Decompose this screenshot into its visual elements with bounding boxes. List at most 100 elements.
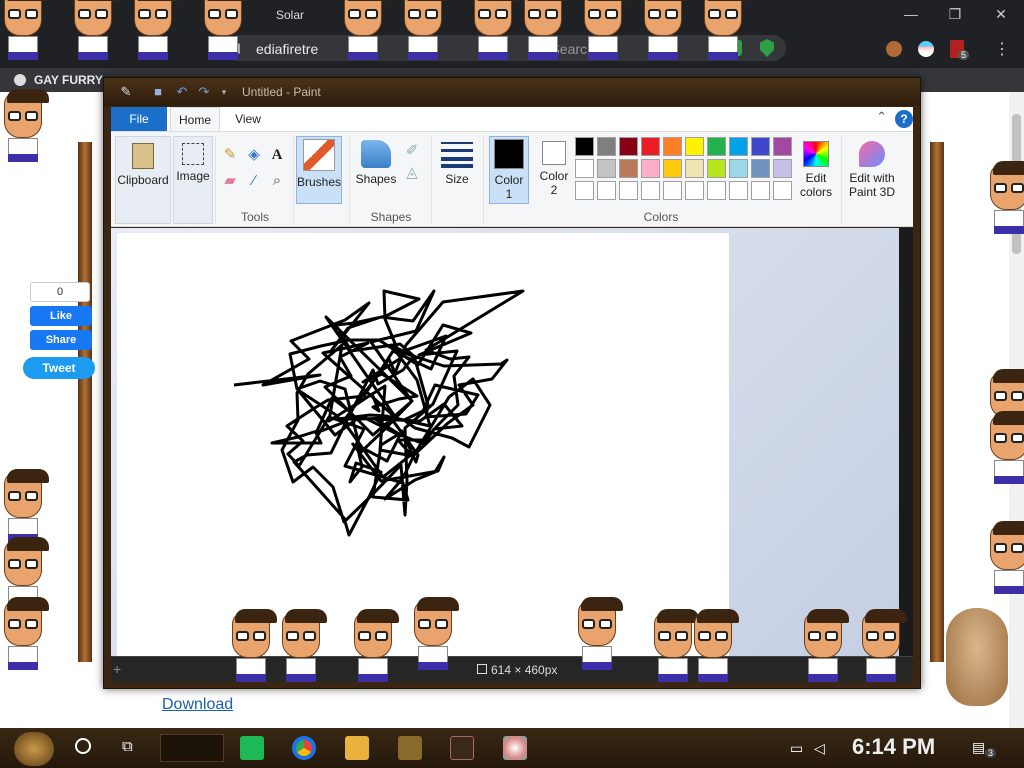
app-icon[interactable]: [398, 736, 422, 760]
pencil-icon[interactable]: ✎: [221, 146, 239, 164]
undo-icon[interactable]: ↶: [174, 84, 190, 100]
palette-swatch[interactable]: [707, 137, 726, 156]
color1-button[interactable]: Color 1: [489, 136, 529, 204]
palette-swatch[interactable]: [641, 159, 660, 178]
color-picker-icon[interactable]: ⁄: [245, 172, 263, 190]
clipboard-button[interactable]: Clipboard: [115, 136, 171, 224]
tab-view[interactable]: View: [223, 107, 273, 131]
brushes-button[interactable]: Brushes: [296, 136, 342, 204]
palette-swatch[interactable]: [575, 181, 594, 200]
fb-like-count: 0: [30, 282, 90, 302]
image-button[interactable]: Image: [173, 136, 213, 224]
cortana-icon[interactable]: [75, 738, 91, 754]
palette-swatch[interactable]: [641, 181, 660, 200]
palette-swatch[interactable]: [619, 159, 638, 178]
app-icon[interactable]: [450, 736, 474, 760]
palette-swatch[interactable]: [729, 159, 748, 178]
palette-swatch[interactable]: [641, 137, 660, 156]
notifications-icon[interactable]: ▤: [972, 739, 985, 756]
paint-app-icon[interactable]: ✎: [118, 84, 134, 100]
paint-titlebar[interactable]: ✎ ■ ↶ ↷ ▾ Untitled - Paint: [104, 78, 920, 106]
color2-number: 2: [550, 183, 558, 197]
palette-swatch[interactable]: [751, 137, 770, 156]
palette-swatch[interactable]: [751, 159, 770, 178]
shapes-button[interactable]: Shapes: [353, 136, 399, 204]
taskbar-search[interactable]: [160, 734, 224, 762]
maximize-button[interactable]: ❐: [940, 6, 970, 23]
palette-swatch[interactable]: [663, 137, 682, 156]
fill-icon[interactable]: ◈: [245, 146, 263, 164]
palette-swatch[interactable]: [597, 137, 616, 156]
palette-swatch[interactable]: [597, 159, 616, 178]
fill-shape-icon[interactable]: ◬: [403, 164, 421, 182]
palette-swatch[interactable]: [773, 159, 792, 178]
tweet-button[interactable]: Tweet: [23, 357, 95, 379]
separator: [293, 136, 294, 224]
eraser-icon[interactable]: ▰: [221, 172, 239, 190]
tab-file[interactable]: File: [111, 107, 167, 131]
menu-icon[interactable]: ⋮: [994, 39, 1010, 59]
color1-label: Color: [494, 173, 524, 187]
chrome-icon[interactable]: [292, 736, 316, 760]
edit-with-paint3d-button[interactable]: Edit with Paint 3D: [845, 136, 899, 204]
help-icon[interactable]: ?: [895, 110, 913, 128]
paint3d-label-1: Edit with: [849, 171, 895, 185]
outline-icon[interactable]: ✐: [403, 142, 421, 160]
palette-swatch[interactable]: [773, 181, 792, 200]
volume-icon[interactable]: ◁: [814, 740, 825, 757]
magnifier-icon[interactable]: ⌕: [268, 172, 286, 190]
palette-swatch[interactable]: [707, 181, 726, 200]
palette-swatch[interactable]: [751, 181, 770, 200]
palette-swatch[interactable]: [729, 137, 748, 156]
color2-button[interactable]: Color 2: [535, 136, 573, 204]
canvas-scrollbar[interactable]: [899, 228, 913, 656]
start-icon[interactable]: [14, 732, 54, 766]
avatar[interactable]: [886, 41, 902, 57]
hank-sticker: [986, 521, 1024, 594]
palette-swatch[interactable]: [685, 159, 704, 178]
palette-swatch[interactable]: [663, 181, 682, 200]
tab-home[interactable]: Home: [170, 107, 220, 131]
flag-icon[interactable]: [918, 41, 934, 57]
shield-icon[interactable]: [760, 39, 774, 57]
quick-access-dropdown-icon[interactable]: ▾: [216, 84, 232, 100]
paint-window: ✎ ■ ↶ ↷ ▾ Untitled - Paint File Home Vie…: [103, 77, 921, 689]
bookmark-item[interactable]: GAY FURRY: [14, 73, 103, 87]
palette-swatch[interactable]: [619, 181, 638, 200]
spotify-icon[interactable]: [240, 736, 264, 760]
palette-swatch[interactable]: [619, 137, 638, 156]
palette-swatch[interactable]: [575, 137, 594, 156]
palette-swatch[interactable]: [729, 181, 748, 200]
download-link[interactable]: Download: [162, 696, 233, 714]
text-icon[interactable]: A: [268, 146, 286, 164]
hank-sticker: [0, 89, 49, 162]
palette-swatch[interactable]: [685, 137, 704, 156]
file-explorer-icon[interactable]: [345, 736, 369, 760]
save-icon[interactable]: ■: [150, 84, 166, 100]
task-view-icon[interactable]: ⧉: [122, 738, 133, 755]
collapse-ribbon-icon[interactable]: ⌃: [876, 109, 887, 125]
drawing-canvas[interactable]: [117, 233, 729, 656]
palette-swatch[interactable]: [685, 181, 704, 200]
paint-taskbar-icon[interactable]: [503, 736, 527, 760]
edit-colors-button[interactable]: Edit colors: [793, 136, 839, 204]
rainbow-icon: [803, 141, 829, 167]
close-button[interactable]: ✕: [986, 6, 1016, 23]
palette-swatch[interactable]: [663, 159, 682, 178]
color1-swatch: [494, 139, 524, 169]
network-icon[interactable]: ▭: [790, 740, 803, 757]
hank-sticker: [0, 469, 49, 542]
minimize-button[interactable]: —: [896, 6, 926, 22]
size-button[interactable]: Size: [437, 136, 477, 204]
taskbar-clock[interactable]: 6:14 PM: [852, 734, 935, 760]
select-icon: [182, 143, 204, 165]
palette-swatch[interactable]: [575, 159, 594, 178]
redo-icon[interactable]: ↷: [196, 84, 212, 100]
fb-share-button[interactable]: Share: [30, 330, 92, 350]
palette-swatch[interactable]: [597, 181, 616, 200]
palette-swatch[interactable]: [707, 159, 726, 178]
fb-like-button[interactable]: Like: [30, 306, 92, 326]
browser-tab-title[interactable]: Solar: [276, 8, 304, 22]
hank-sticker: [70, 0, 119, 60]
palette-swatch[interactable]: [773, 137, 792, 156]
